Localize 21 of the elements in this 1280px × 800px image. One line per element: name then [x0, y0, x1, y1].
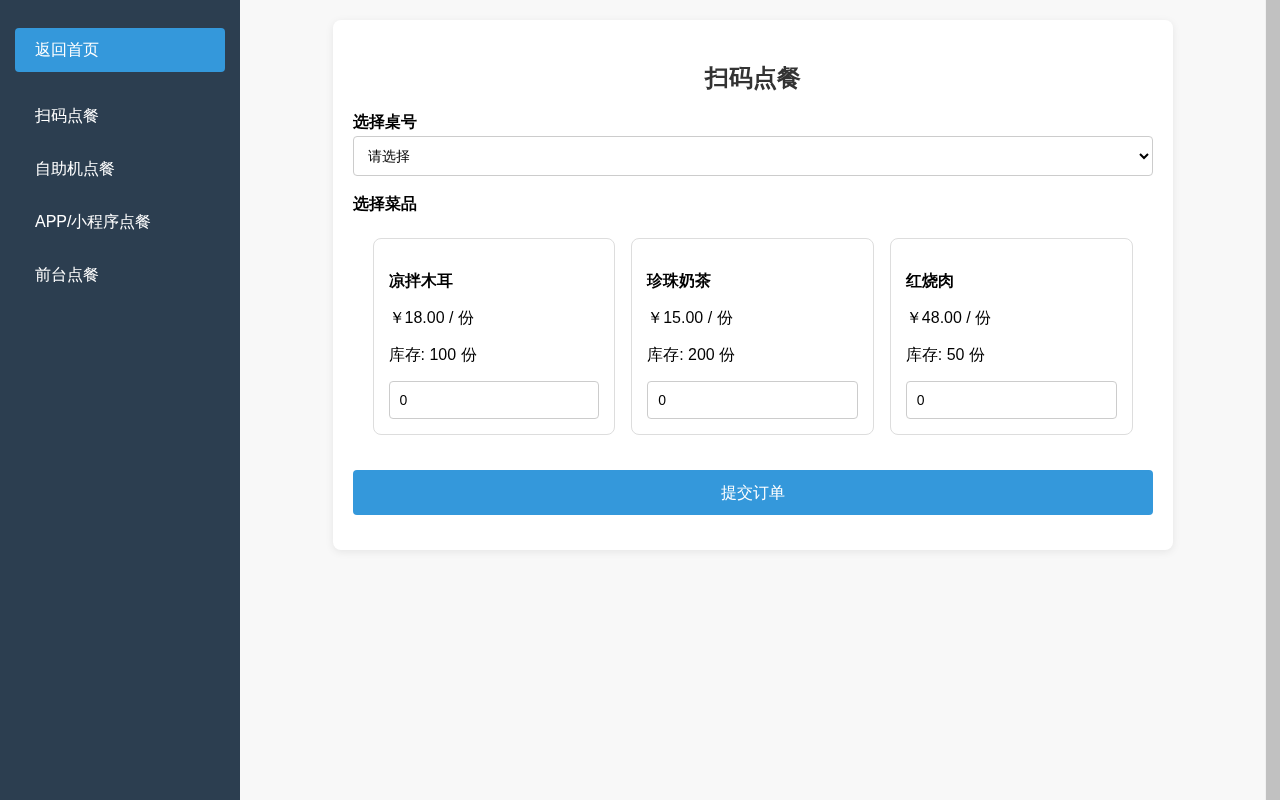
dish-price: ￥15.00 / 份	[647, 308, 734, 328]
sidebar-nav-link[interactable]: 扫码点餐	[15, 104, 119, 128]
dish-price: ￥48.00 / 份	[905, 308, 993, 328]
dish-stock: 库存: 200 份	[647, 345, 737, 365]
sidebar-nav-link[interactable]: 自助机点餐	[15, 157, 135, 181]
sidebar-nav-link[interactable]: APP/小程序点餐	[15, 210, 172, 234]
dish-name: 凉拌木耳	[388, 271, 454, 291]
dish-price: ￥18.00 / 份	[388, 308, 475, 328]
dish-stock: 库存: 50 份	[905, 345, 986, 365]
quantity-input[interactable]: 0	[647, 381, 858, 419]
table-label: 选择桌号	[352, 112, 418, 132]
page-title: 扫码点餐	[703, 63, 802, 93]
table-select[interactable]: 请选择	[352, 136, 1153, 176]
dish-stock: 库存: 100 份	[388, 345, 478, 365]
dish-name: 红烧肉	[905, 271, 955, 291]
dish-name: 珍珠奶茶	[647, 271, 713, 291]
sidebar-nav-link[interactable]: 前台点餐	[15, 263, 119, 287]
quantity-input[interactable]: 0	[388, 381, 600, 419]
dishes-label: 选择菜品	[352, 194, 418, 214]
scrollbar[interactable]	[1265, 0, 1280, 800]
quantity-input[interactable]: 0	[905, 381, 1117, 419]
